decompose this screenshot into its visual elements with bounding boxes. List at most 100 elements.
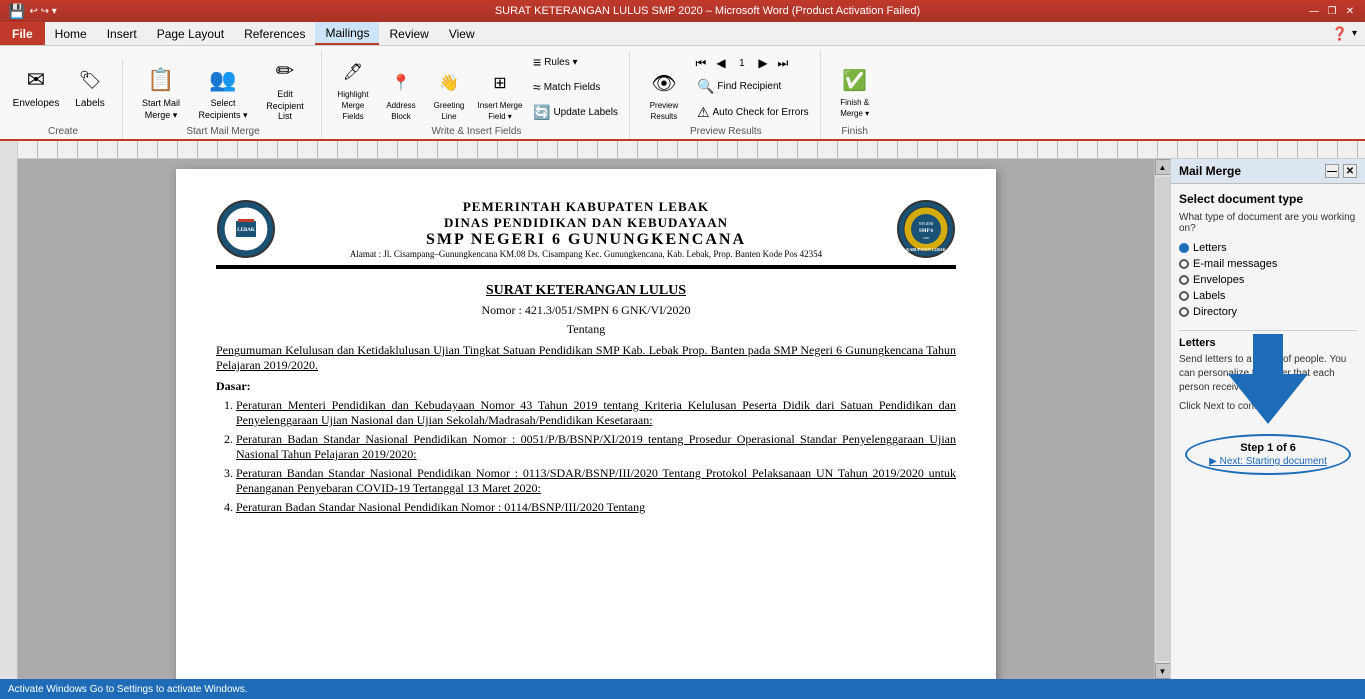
- finish-merge-button[interactable]: ✅ Finish & Merge ▾: [829, 59, 881, 121]
- mm-radio-email: [1179, 259, 1189, 269]
- update-labels-button[interactable]: 🔄Update Labels: [528, 101, 623, 124]
- logo-left: LEBAK: [216, 199, 276, 259]
- mm-option-directory[interactable]: Directory: [1179, 306, 1357, 318]
- labels-button[interactable]: 🏷 Labels: [64, 59, 116, 119]
- mm-radio-envelopes: [1179, 275, 1189, 285]
- scroll-down-button[interactable]: ▼: [1155, 663, 1171, 679]
- doc-dasar: Dasar:: [216, 379, 956, 394]
- mm-option-letters[interactable]: Letters: [1179, 242, 1357, 254]
- find-recipient-button[interactable]: 🔍Find Recipient: [692, 75, 814, 98]
- envelopes-button[interactable]: ✉ Envelopes: [10, 59, 62, 119]
- edit-recipient-list-button[interactable]: ✏ Edit Recipient List: [255, 50, 315, 124]
- svg-text:GNK: GNK: [923, 236, 930, 240]
- menu-insert[interactable]: Insert: [97, 22, 147, 45]
- greeting-line-icon: 👋: [433, 67, 465, 99]
- select-recipients-button[interactable]: 👥 Select Recipients ▾: [193, 59, 253, 124]
- mm-email-label: E-mail messages: [1193, 258, 1277, 270]
- restore-button[interactable]: ❐: [1325, 4, 1339, 18]
- arrow-head: [1228, 374, 1308, 424]
- doc-nomor: Nomor : 421.3/051/SMPN 6 GNK/VI/2020: [216, 303, 956, 318]
- mm-envelopes-label: Envelopes: [1193, 274, 1244, 286]
- right-scrollbar[interactable]: ▲ ▼: [1154, 159, 1170, 679]
- mm-step-area: Step 1 of 6 ▶ Next: Starting document: [1185, 434, 1351, 475]
- scroll-up-button[interactable]: ▲: [1155, 159, 1171, 175]
- finish-group-label: Finish: [841, 124, 868, 137]
- menu-references[interactable]: References: [234, 22, 315, 45]
- quick-access: ↩ ↪ ▾: [29, 6, 56, 17]
- menu-view[interactable]: View: [439, 22, 485, 45]
- select-recipients-icon: 👥: [207, 64, 239, 96]
- preview-results-button[interactable]: 👁 Preview Results: [638, 62, 690, 124]
- match-fields-icon: ≈: [533, 79, 541, 95]
- start-mail-merge-icon: 📋: [145, 64, 177, 96]
- ribbon-group-start-mail-merge: 📋 Start Mail Merge ▾ 👥 Select Recipients…: [125, 50, 322, 139]
- mm-arrow: [1179, 422, 1357, 424]
- nav-first-button[interactable]: ⏮: [692, 54, 710, 72]
- highlight-merge-fields-button[interactable]: 🖊 Highlight Merge Fields: [330, 51, 376, 124]
- finish-merge-icon: ✅: [839, 64, 871, 96]
- help-icon[interactable]: ❓: [1332, 26, 1348, 42]
- doc-tentang: Tentang: [216, 322, 956, 337]
- preview-results-icon: 👁: [648, 67, 680, 99]
- address-block-icon: 📍: [385, 67, 417, 99]
- menu-review[interactable]: Review: [379, 22, 438, 45]
- doc-title-text: SURAT KETERANGAN LULUS: [216, 283, 956, 299]
- nav-next-button[interactable]: ▶: [754, 54, 772, 72]
- mm-section-title: Select document type: [1179, 192, 1357, 206]
- document-area: LEBAK PEMERINTAH KABUPATEN LEBAK DINAS P…: [18, 159, 1154, 679]
- mail-merge-body: Select document type What type of docume…: [1171, 184, 1365, 679]
- match-fields-button[interactable]: ≈Match Fields: [528, 76, 623, 98]
- mm-next-link[interactable]: ▶ Next: Starting document: [1195, 456, 1341, 467]
- address-block-button[interactable]: 📍 Address Block: [378, 62, 424, 124]
- menu-home[interactable]: Home: [45, 22, 97, 45]
- auto-check-errors-button[interactable]: ⚠Auto Check for Errors: [692, 101, 814, 124]
- statusbar: Activate Windows Go to Settings to activ…: [0, 679, 1365, 699]
- mm-radio-labels: [1179, 291, 1189, 301]
- arrow-shaft: [1253, 334, 1283, 374]
- greeting-line-button[interactable]: 👋 Greeting Line: [426, 62, 472, 124]
- ribbon-group-preview-results: 👁 Preview Results ⏮ ◀ 1 ▶ ⏭ 🔍Find Recipi…: [632, 50, 821, 139]
- preview-results-buttons: 👁 Preview Results ⏮ ◀ 1 ▶ ⏭ 🔍Find Recipi…: [638, 50, 814, 124]
- ribbon-create-buttons: ✉ Envelopes 🏷 Labels: [10, 59, 116, 119]
- nav-prev-button[interactable]: ◀: [712, 54, 730, 72]
- menu-mailings[interactable]: Mailings: [315, 22, 379, 45]
- expand-icon[interactable]: ▾: [1352, 28, 1357, 39]
- auto-check-errors-icon: ⚠: [697, 104, 710, 121]
- ruler-content: [18, 141, 1365, 158]
- minimize-button[interactable]: —: [1307, 4, 1321, 18]
- mm-radio-letters: [1179, 243, 1189, 253]
- document-header: LEBAK PEMERINTAH KABUPATEN LEBAK DINAS P…: [216, 199, 956, 269]
- doc-list: Peraturan Menteri Pendidikan dan Kebuday…: [236, 398, 956, 515]
- address-text: Alamat : Jl. Cisampang–Gunungkencana KM.…: [286, 249, 886, 259]
- ribbon-group-finish: ✅ Finish & Merge ▾ Finish: [823, 59, 887, 139]
- mail-merge-controls: — ✕: [1325, 164, 1357, 178]
- highlight-merge-fields-icon: 🖊: [337, 56, 369, 88]
- rules-button[interactable]: ≡Rules ▾: [528, 51, 623, 73]
- svg-text:NEGERI: NEGERI: [919, 221, 934, 226]
- mail-merge-minimize[interactable]: —: [1325, 164, 1339, 178]
- find-recipient-icon: 🔍: [697, 78, 714, 95]
- mm-step-text: Step 1 of 6: [1195, 442, 1341, 454]
- mail-merge-close[interactable]: ✕: [1343, 164, 1357, 178]
- scroll-thumb[interactable]: [1156, 177, 1170, 661]
- nav-last-button[interactable]: ⏭: [774, 54, 792, 72]
- start-mail-merge-buttons: 📋 Start Mail Merge ▾ 👥 Select Recipients…: [131, 50, 315, 124]
- mm-option-email[interactable]: E-mail messages: [1179, 258, 1357, 270]
- list-item-1: Peraturan Menteri Pendidikan dan Kebuday…: [236, 398, 956, 428]
- mm-option-labels[interactable]: Labels: [1179, 290, 1357, 302]
- start-mail-merge-button[interactable]: 📋 Start Mail Merge ▾: [131, 59, 191, 124]
- left-scrollbar[interactable]: [0, 159, 18, 679]
- svg-text:LEBAK: LEBAK: [237, 228, 255, 233]
- close-button[interactable]: ✕: [1343, 4, 1357, 18]
- write-insert-buttons-row1: 🖊 Highlight Merge Fields 📍 Address Block…: [330, 51, 623, 124]
- menu-page-layout[interactable]: Page Layout: [147, 22, 234, 45]
- document: LEBAK PEMERINTAH KABUPATEN LEBAK DINAS P…: [176, 169, 996, 679]
- ribbon-group-write-insert: 🖊 Highlight Merge Fields 📍 Address Block…: [324, 51, 630, 139]
- write-insert-group-label: Write & Insert Fields: [432, 124, 522, 137]
- mm-option-envelopes[interactable]: Envelopes: [1179, 274, 1357, 286]
- insert-merge-field-button[interactable]: ⊞ Insert Merge Field ▾: [474, 62, 526, 124]
- mm-radio-directory: [1179, 307, 1189, 317]
- mm-radio-group: Letters E-mail messages Envelopes Labels…: [1179, 242, 1357, 318]
- main-area: LEBAK PEMERINTAH KABUPATEN LEBAK DINAS P…: [0, 159, 1365, 679]
- menu-file[interactable]: File: [0, 22, 45, 45]
